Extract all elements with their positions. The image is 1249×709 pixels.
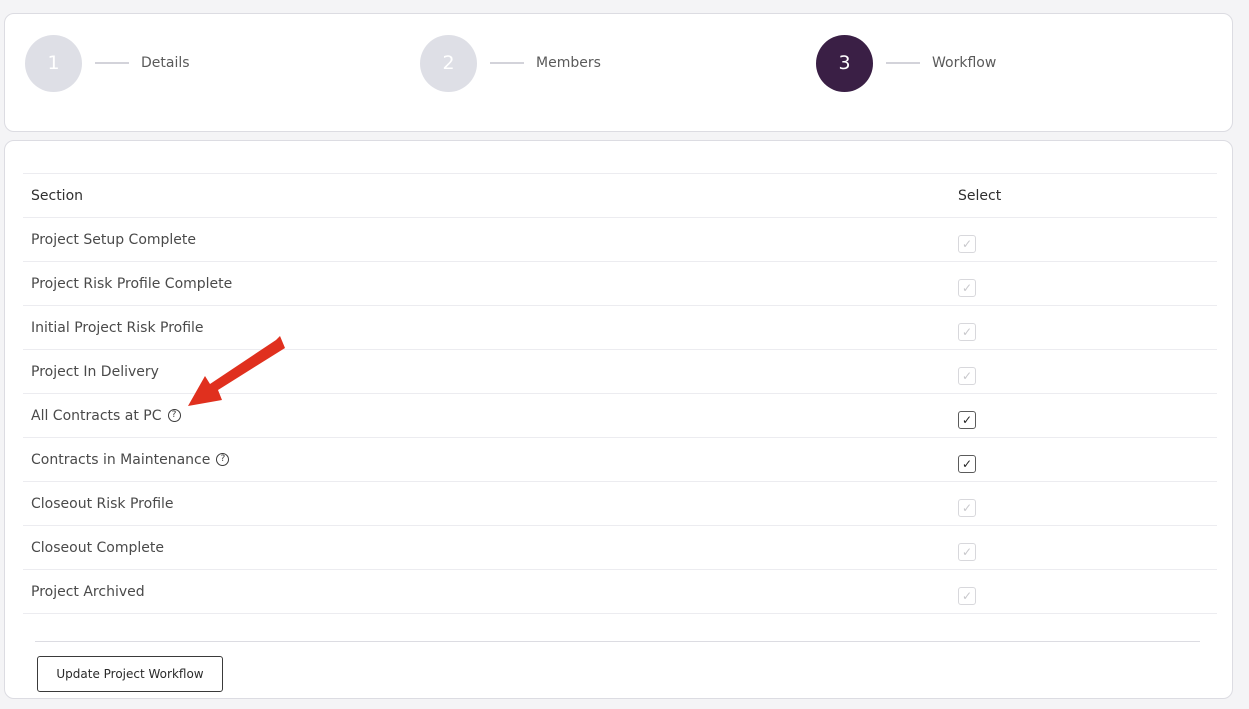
row-label-wrap: Contracts in Maintenance? <box>31 451 230 468</box>
step-label: Workflow <box>932 55 997 71</box>
row-select-cell: ✓ <box>954 394 1217 438</box>
row-label: Closeout Complete <box>31 539 164 556</box>
check-icon: ✓ <box>961 368 973 383</box>
table-row: Closeout Complete ✓ <box>23 526 1217 570</box>
row-label-wrap: Project Risk Profile Complete <box>31 276 232 292</box>
row-label-cell: Project In Delivery <box>23 350 954 394</box>
checkbox-disabled: ✓ <box>958 586 976 605</box>
table-row: Initial Project Risk Profile ✓ <box>23 306 1217 350</box>
row-label-cell: Initial Project Risk Profile <box>23 306 954 350</box>
row-select-cell: ✓ <box>954 350 1217 394</box>
check-icon: ✓ <box>961 236 973 251</box>
table-row: Project Setup Complete ✓ <box>23 218 1217 262</box>
table-row: Project Risk Profile Complete ✓ <box>23 262 1217 306</box>
step-workflow[interactable]: 3 Workflow <box>816 34 996 92</box>
workflow-table: Section Select Project Setup Complete ✓ Pr… <box>23 173 1217 614</box>
section-column-header: Section <box>31 187 84 204</box>
step-number: 3 <box>816 34 873 92</box>
workflow-table-body: Project Setup Complete ✓ Project Risk Prof… <box>23 218 1217 614</box>
row-label-cell: Contracts in Maintenance? <box>23 438 954 482</box>
step-label: Details <box>141 55 190 71</box>
table-row: Project In Delivery ✓ <box>23 350 1217 394</box>
check-icon: ✓ <box>961 280 973 295</box>
row-label: Initial Project Risk Profile <box>31 319 204 336</box>
table-row: Closeout Risk Profile ✓ <box>23 482 1217 526</box>
step-number: 1 <box>25 34 82 92</box>
row-label: All Contracts at PC <box>31 407 162 424</box>
row-select-cell: ✓ <box>954 306 1217 350</box>
row-select-cell: ✓ <box>954 218 1217 262</box>
row-label-wrap: Project Setup Complete <box>31 232 196 248</box>
row-select-cell: ✓ <box>954 570 1217 614</box>
help-icon[interactable]: ? <box>216 453 230 466</box>
row-select-cell: ✓ <box>954 262 1217 306</box>
check-icon: ✓ <box>961 588 973 603</box>
help-icon[interactable]: ? <box>167 409 181 422</box>
row-select-cell: ✓ <box>954 482 1217 526</box>
row-label-wrap: Initial Project Risk Profile <box>31 320 204 336</box>
select-column-header: Select <box>958 187 1002 204</box>
step-connector <box>886 62 920 64</box>
workflow-card: Section Select Project Setup Complete ✓ Pr… <box>4 140 1233 699</box>
row-label: Closeout Risk Profile <box>31 495 174 512</box>
row-label: Contracts in Maintenance <box>31 451 211 468</box>
step-members[interactable]: 2 Members <box>420 34 601 92</box>
checkbox-disabled: ✓ <box>958 366 976 385</box>
step-label: Members <box>536 55 601 71</box>
step-number: 2 <box>420 34 477 92</box>
checkbox-disabled: ✓ <box>958 278 976 297</box>
row-label-wrap: Project In Delivery <box>31 364 159 380</box>
check-icon: ✓ <box>961 456 973 471</box>
row-select-cell: ✓ <box>954 438 1217 482</box>
checkbox-disabled: ✓ <box>958 322 976 341</box>
checkbox-disabled: ✓ <box>958 542 976 561</box>
table-row: Contracts in Maintenance? ✓ <box>23 438 1217 482</box>
stepper-card: 1 Details 2 Members 3 Workflow <box>4 13 1233 132</box>
row-label: Project Setup Complete <box>31 231 197 248</box>
checkbox[interactable]: ✓ <box>958 454 976 473</box>
step-details[interactable]: 1 Details <box>25 34 190 92</box>
check-icon: ✓ <box>961 324 973 339</box>
table-header-row: Section Select <box>23 173 1217 218</box>
row-label-cell: Closeout Risk Profile <box>23 482 954 526</box>
check-icon: ✓ <box>961 412 973 427</box>
row-label-cell: Project Setup Complete <box>23 218 954 262</box>
row-label: Project In Delivery <box>31 363 159 380</box>
row-label-wrap: Closeout Complete <box>31 540 164 556</box>
checkbox[interactable]: ✓ <box>958 410 976 429</box>
step-connector <box>490 62 524 64</box>
check-icon: ✓ <box>961 500 973 515</box>
row-label-wrap: Closeout Risk Profile <box>31 496 174 512</box>
checkbox-disabled: ✓ <box>958 234 976 253</box>
update-project-workflow-button[interactable]: Update Project Workflow <box>37 656 223 692</box>
row-label-wrap: All Contracts at PC? <box>31 408 181 424</box>
row-label-cell: Project Archived <box>23 570 954 614</box>
table-row: Project Archived ✓ <box>23 570 1217 614</box>
row-label: Project Archived <box>31 583 145 600</box>
check-icon: ✓ <box>961 544 973 559</box>
row-label-wrap: Project Archived <box>31 584 145 600</box>
divider <box>35 641 1200 642</box>
row-label-cell: All Contracts at PC? <box>23 394 954 438</box>
row-label-cell: Closeout Complete <box>23 526 954 570</box>
checkbox-disabled: ✓ <box>958 498 976 517</box>
step-connector <box>95 62 129 64</box>
row-label: Project Risk Profile Complete <box>31 275 233 292</box>
table-row: All Contracts at PC? ✓ <box>23 394 1217 438</box>
row-label-cell: Project Risk Profile Complete <box>23 262 954 306</box>
row-select-cell: ✓ <box>954 526 1217 570</box>
